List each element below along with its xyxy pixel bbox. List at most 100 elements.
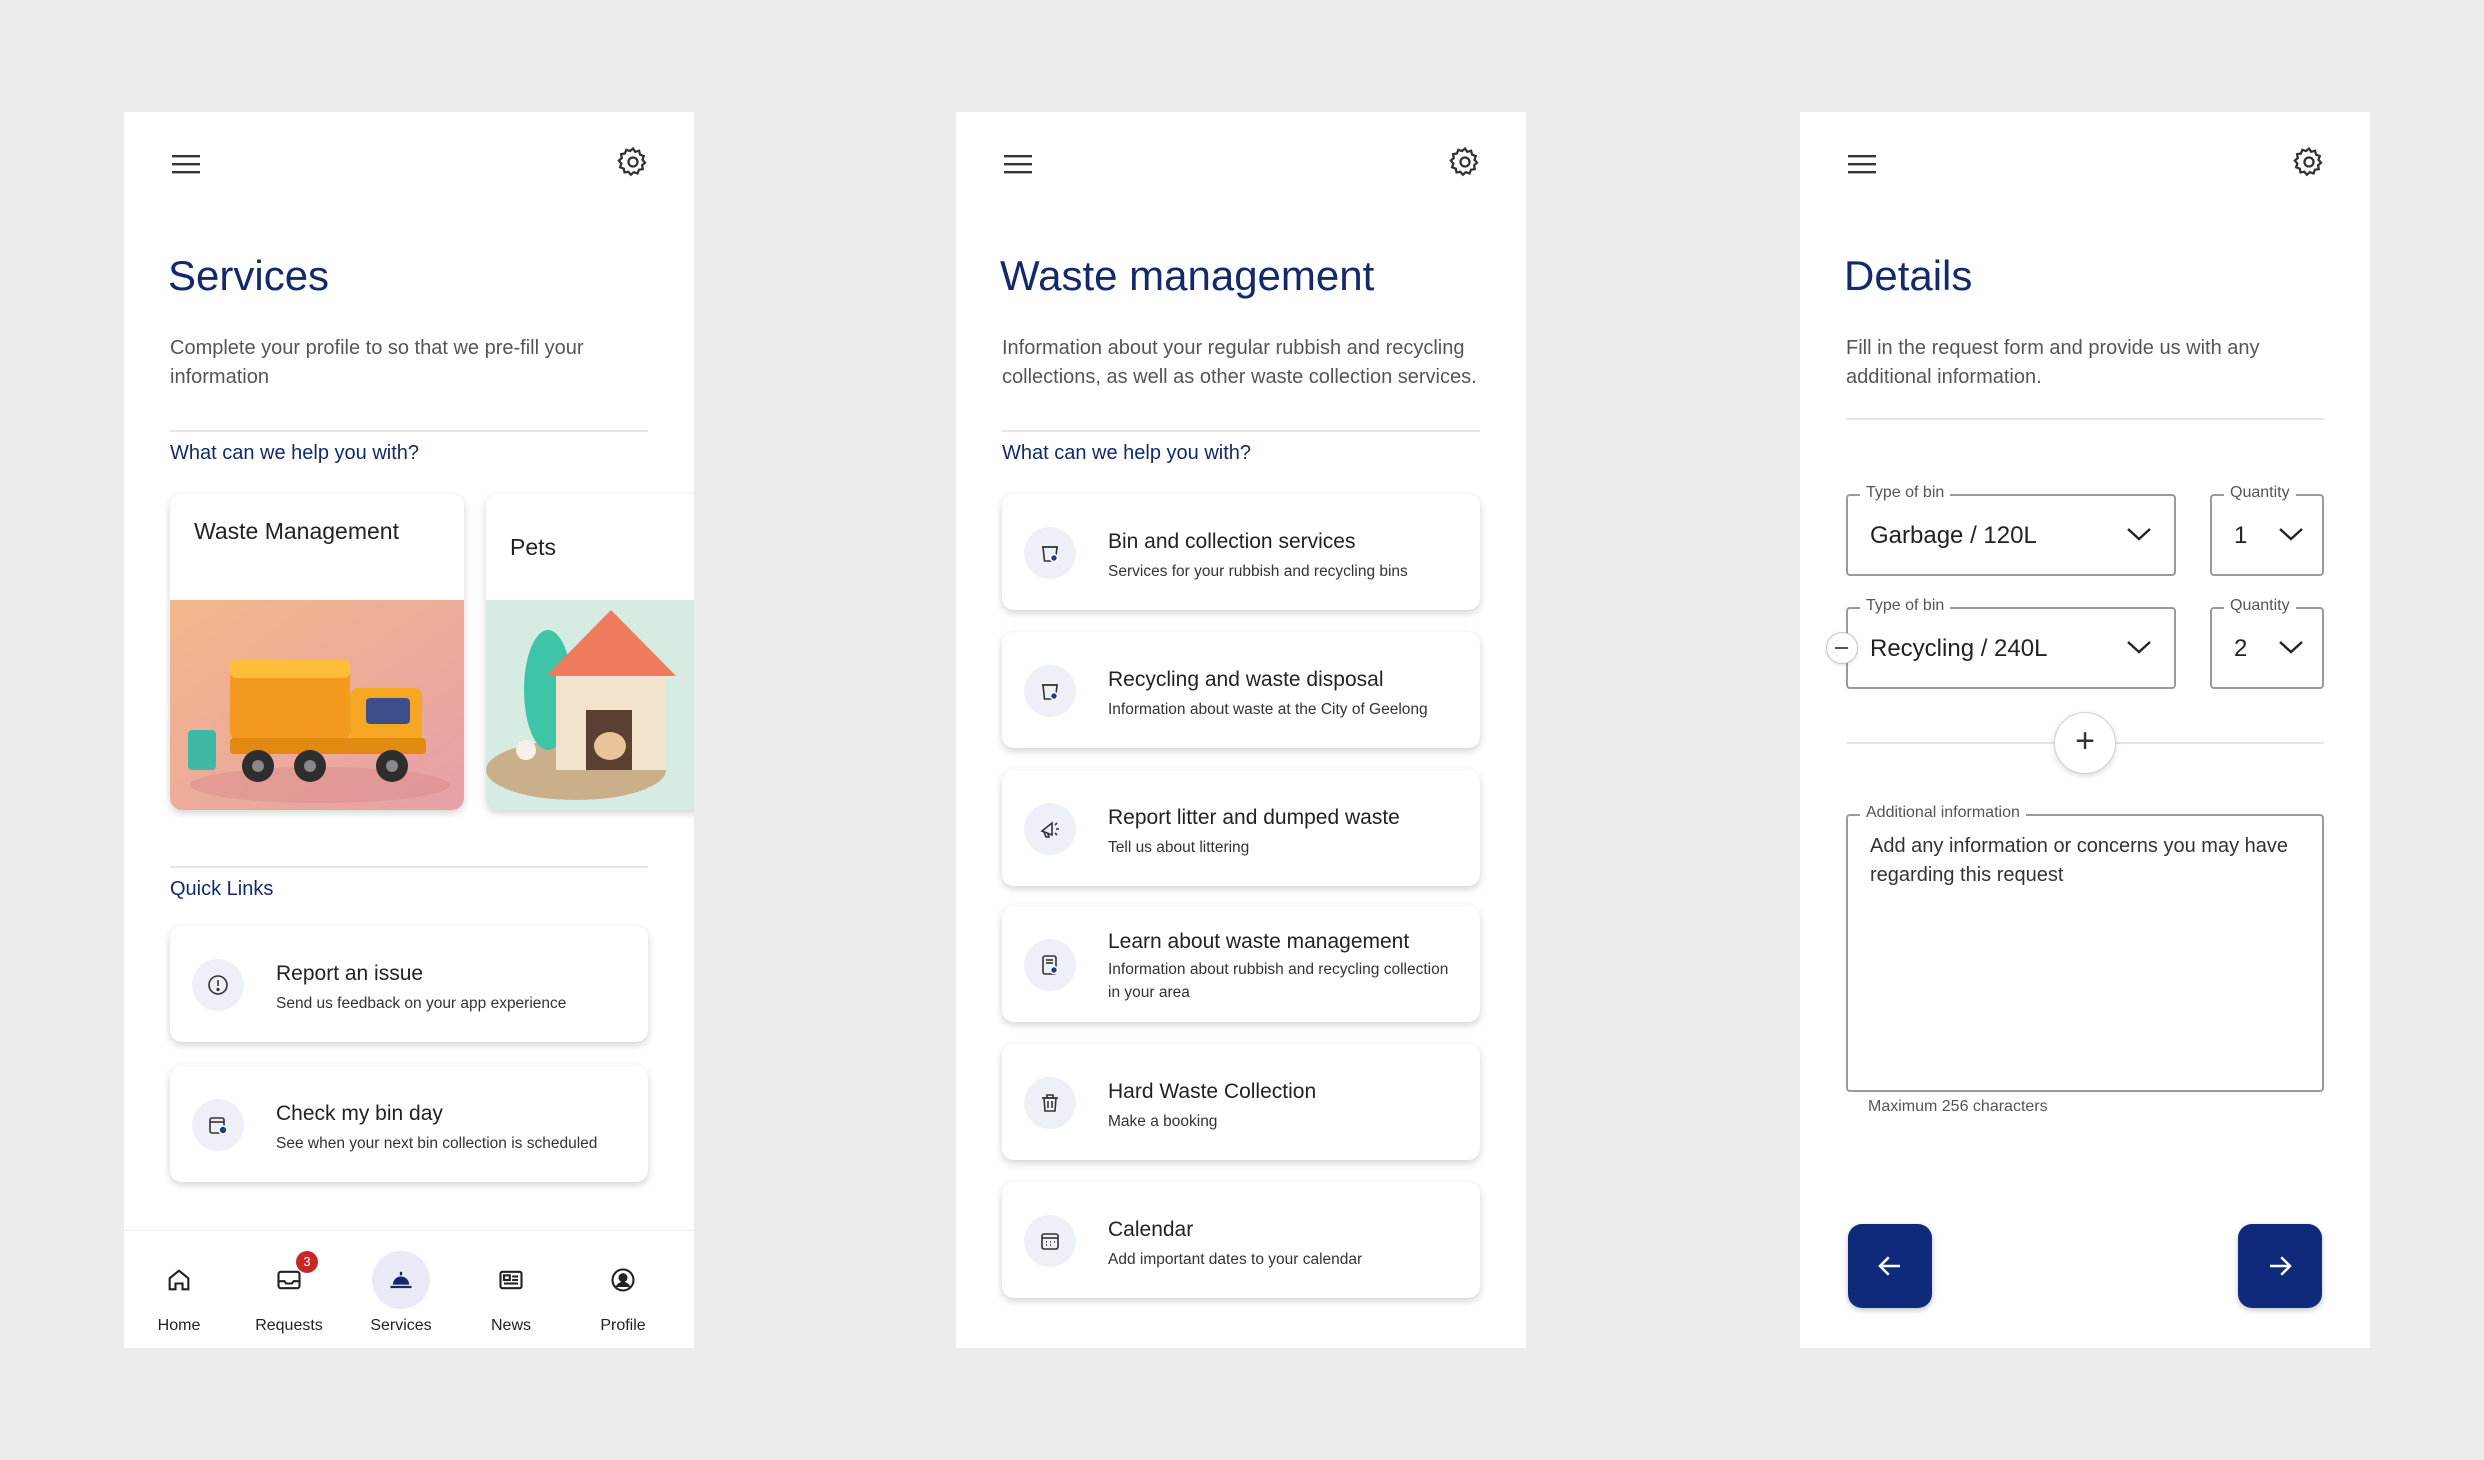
requests-badge: 3 bbox=[296, 1251, 318, 1273]
page-description: Complete your profile to so that we pre-… bbox=[170, 337, 584, 388]
bin-type-select-1[interactable]: Type of bin Garbage / 120L bbox=[1846, 484, 2176, 576]
field-label: Quantity bbox=[2224, 597, 2296, 615]
nav-services[interactable]: Services bbox=[346, 1231, 456, 1348]
gear-icon[interactable] bbox=[2292, 145, 2326, 179]
quick-link-report-issue[interactable]: Report an issue Send us feedback on your… bbox=[170, 926, 648, 1042]
menu-icon[interactable] bbox=[1846, 148, 1878, 180]
page-title: Services bbox=[168, 252, 330, 299]
megaphone-icon bbox=[1024, 803, 1076, 855]
field-value: 2 bbox=[2234, 635, 2248, 662]
service-card-title: Pets bbox=[510, 534, 557, 560]
bin-settings-icon bbox=[1024, 527, 1076, 579]
waste-item-hard-waste[interactable]: Hard Waste Collection Make a booking bbox=[1002, 1044, 1480, 1160]
newspaper-icon bbox=[482, 1251, 540, 1309]
helper-text: Maximum 256 characters bbox=[1868, 1098, 2048, 1115]
additional-info-textarea[interactable]: Additional information Add any informati… bbox=[1846, 804, 2324, 1092]
waste-item-recycling-disposal[interactable]: Recycling and waste disposal Information… bbox=[1002, 632, 1480, 748]
gear-icon[interactable] bbox=[1448, 145, 1482, 179]
add-row-button[interactable]: + bbox=[2054, 712, 2116, 774]
list-item-subtitle: Make a booking bbox=[1108, 1113, 1218, 1130]
gear-icon[interactable] bbox=[616, 145, 650, 179]
nav-label: Home bbox=[157, 1317, 201, 1334]
list-item-title: Bin and collection services bbox=[1108, 530, 1356, 553]
waste-item-report-litter[interactable]: Report litter and dumped waste Tell us a… bbox=[1002, 770, 1480, 886]
waste-item-calendar[interactable]: Calendar Add important dates to your cal… bbox=[1002, 1182, 1480, 1298]
dog-house-illustration bbox=[486, 600, 694, 810]
page-description: Information about your regular rubbish a… bbox=[1002, 337, 1477, 388]
list-item-subtitle: Add important dates to your calendar bbox=[1108, 1251, 1363, 1268]
nav-label: Services bbox=[370, 1317, 432, 1334]
list-item-subtitle: See when your next bin collection is sch… bbox=[276, 1135, 598, 1152]
chevron-down-icon bbox=[2127, 528, 2151, 541]
service-card-pets[interactable]: Pets bbox=[486, 494, 694, 810]
list-item-title: Calendar bbox=[1108, 1218, 1194, 1241]
trash-icon bbox=[1024, 1077, 1076, 1129]
quick-link-check-bin-day[interactable]: Check my bin day See when your next bin … bbox=[170, 1066, 648, 1182]
list-item-title: Report litter and dumped waste bbox=[1108, 806, 1400, 829]
list-item-subtitle: Services for your rubbish and recycling … bbox=[1108, 563, 1408, 580]
service-card-title: Waste Management bbox=[194, 518, 399, 544]
service-card-waste-management[interactable]: Waste Management bbox=[170, 494, 464, 810]
list-item-title: Report an issue bbox=[276, 962, 424, 985]
list-item-title: Check my bin day bbox=[276, 1102, 443, 1125]
nav-label: Profile bbox=[600, 1317, 646, 1334]
field-label: Quantity bbox=[2224, 484, 2296, 502]
divider bbox=[170, 866, 648, 868]
recycle-bin-icon bbox=[1024, 665, 1076, 717]
quick-links-label: Quick Links bbox=[170, 878, 274, 900]
list-item-title: Recycling and waste disposal bbox=[1108, 668, 1384, 691]
nav-news[interactable]: News bbox=[456, 1231, 566, 1348]
field-label: Type of bin bbox=[1860, 484, 1951, 502]
remove-row-button[interactable] bbox=[1826, 632, 1858, 664]
services-screen: Services Complete your profile to so tha… bbox=[124, 112, 694, 1348]
plus-icon: + bbox=[2075, 722, 2095, 760]
chevron-down-icon bbox=[2127, 641, 2151, 654]
bottom-navigation: Home 3 Requests Services News Profile bbox=[124, 1230, 694, 1348]
divider bbox=[1846, 418, 2324, 420]
menu-icon[interactable] bbox=[170, 148, 202, 180]
waste-item-learn[interactable]: Learn about waste management Information… bbox=[1002, 906, 1480, 1022]
field-value: Garbage / 120L bbox=[1870, 522, 2037, 549]
nav-home[interactable]: Home bbox=[124, 1231, 234, 1348]
quantity-select-2[interactable]: Quantity 2 bbox=[2210, 597, 2324, 689]
field-value: 1 bbox=[2234, 522, 2248, 549]
profile-icon bbox=[594, 1251, 652, 1309]
page-description: Fill in the request form and provide us … bbox=[1846, 337, 2260, 388]
field-label: Additional information bbox=[1860, 804, 2026, 822]
waste-item-bin-collection[interactable]: Bin and collection services Services for… bbox=[1002, 494, 1480, 610]
arrow-right-icon bbox=[2270, 1256, 2292, 1276]
list-item-subtitle: Information about waste at the City of G… bbox=[1108, 701, 1428, 718]
waste-management-screen: Waste management Information about your … bbox=[956, 112, 1526, 1348]
next-button[interactable] bbox=[2238, 1224, 2322, 1308]
nav-label: Requests bbox=[255, 1317, 323, 1334]
field-label: Type of bin bbox=[1860, 597, 1951, 615]
list-item-subtitle: Tell us about littering bbox=[1108, 839, 1250, 856]
textarea-placeholder: Add any information or concerns you may … bbox=[1870, 835, 2288, 886]
bin-type-select-2[interactable]: Type of bin Recycling / 240L bbox=[1846, 597, 2176, 689]
back-button[interactable] bbox=[1848, 1224, 1932, 1308]
list-item-subtitle: Send us feedback on your app experience bbox=[276, 995, 567, 1012]
garbage-truck-illustration bbox=[170, 600, 464, 810]
info-icon bbox=[192, 959, 244, 1011]
field-value: Recycling / 240L bbox=[1870, 635, 2048, 662]
chevron-down-icon bbox=[2279, 528, 2303, 541]
menu-icon[interactable] bbox=[1002, 148, 1034, 180]
page-title: Waste management bbox=[1000, 252, 1375, 299]
calendar-bin-icon bbox=[192, 1099, 244, 1151]
nav-requests[interactable]: 3 Requests bbox=[234, 1231, 344, 1348]
list-item-subtitle: Information about rubbish and recycling … bbox=[1108, 961, 1449, 1001]
calendar-icon bbox=[1024, 1215, 1076, 1267]
chevron-down-icon bbox=[2279, 641, 2303, 654]
divider bbox=[170, 430, 648, 432]
help-section-label: What can we help you with? bbox=[1002, 442, 1252, 464]
nav-profile[interactable]: Profile bbox=[568, 1231, 678, 1348]
home-icon bbox=[150, 1251, 208, 1309]
nav-label: News bbox=[490, 1317, 531, 1334]
service-bell-icon bbox=[372, 1251, 430, 1309]
help-section-label: What can we help you with? bbox=[170, 442, 420, 464]
document-info-icon bbox=[1024, 939, 1076, 991]
quantity-select-1[interactable]: Quantity 1 bbox=[2210, 484, 2324, 576]
list-item-title: Hard Waste Collection bbox=[1108, 1080, 1317, 1103]
arrow-left-icon bbox=[1878, 1256, 1900, 1276]
list-item-title: Learn about waste management bbox=[1108, 930, 1410, 953]
